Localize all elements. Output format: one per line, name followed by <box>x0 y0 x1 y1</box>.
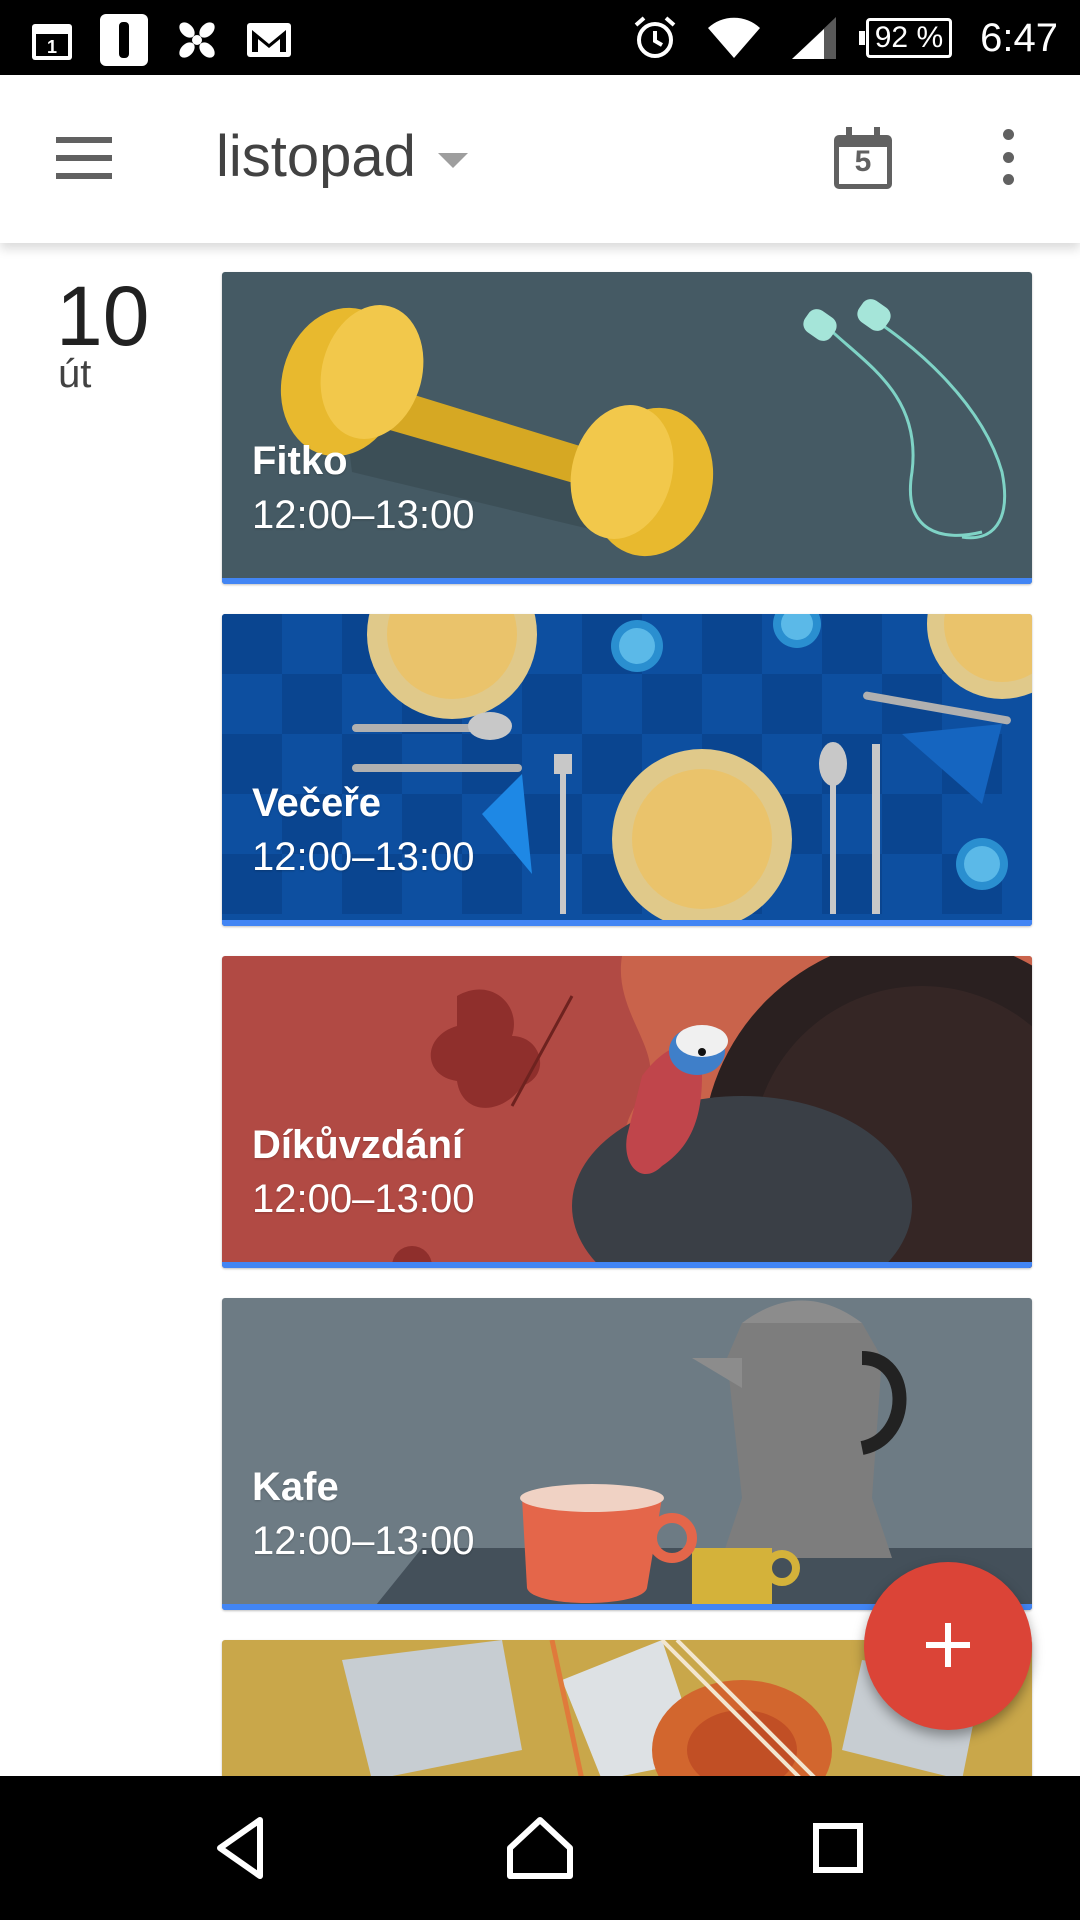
add-event-button[interactable] <box>864 1562 1032 1730</box>
gmail-icon <box>247 23 291 57</box>
event-title: Díkůvzdání <box>252 1123 464 1167</box>
event-title: Fitko <box>252 439 348 483</box>
alarm-icon <box>634 16 676 58</box>
menu-button[interactable] <box>56 137 112 179</box>
month-label: listopad <box>216 124 416 189</box>
calendar-icon: 1 <box>32 24 72 60</box>
more-vert-icon-dot <box>1002 174 1014 185</box>
recents-icon[interactable] <box>800 1810 876 1886</box>
app-bar: listopad 5 <box>0 75 1080 243</box>
event-card-kafe[interactable]: Kafe 12:00–13:00 <box>222 1298 1032 1610</box>
today-number: 5 <box>854 145 872 178</box>
more-options-button[interactable] <box>998 129 1018 185</box>
pinwheel-icon <box>179 22 215 58</box>
day-number: 10 <box>56 269 150 363</box>
hamburger-icon <box>56 137 112 143</box>
event-card-dikuvzdani[interactable]: Díkůvzdání 12:00–13:00 <box>222 956 1032 1268</box>
event-title: Večeře <box>252 781 382 825</box>
event-time: 12:00–13:00 <box>252 1177 475 1221</box>
month-selector[interactable]: listopad <box>216 123 468 190</box>
hamburger-icon-line <box>56 173 112 179</box>
app-icon <box>100 14 148 66</box>
status-time: 6:47 <box>980 15 1058 60</box>
battery-indicator: 92 % <box>858 18 953 58</box>
more-vert-icon-dot <box>1002 151 1014 163</box>
signal-icon <box>791 17 836 59</box>
hamburger-icon-line <box>56 155 112 161</box>
day-weekday: út <box>58 352 92 396</box>
notification-icons: 1 <box>30 14 292 66</box>
event-title: Kafe <box>252 1465 339 1509</box>
event-time: 12:00–13:00 <box>252 493 475 537</box>
event-card-vecere[interactable]: Večeře 12:00–13:00 <box>222 614 1032 926</box>
home-icon[interactable] <box>502 1810 578 1886</box>
status-bar: 1 92 % 6:47 <box>0 0 1080 75</box>
navigation-bar <box>0 1776 1080 1920</box>
wifi-icon <box>707 17 760 58</box>
back-icon[interactable] <box>204 1810 280 1886</box>
event-time: 12:00–13:00 <box>252 1519 475 1563</box>
svg-text:1: 1 <box>47 37 57 57</box>
more-vert-icon <box>1002 129 1014 140</box>
system-icons: 92 % 6:47 <box>632 10 1058 66</box>
today-button[interactable]: 5 <box>832 125 896 191</box>
event-time: 12:00–13:00 <box>252 835 475 879</box>
dropdown-arrow-icon <box>437 153 468 168</box>
event-card-fitko[interactable]: Fitko 12:00–13:00 <box>222 272 1032 584</box>
